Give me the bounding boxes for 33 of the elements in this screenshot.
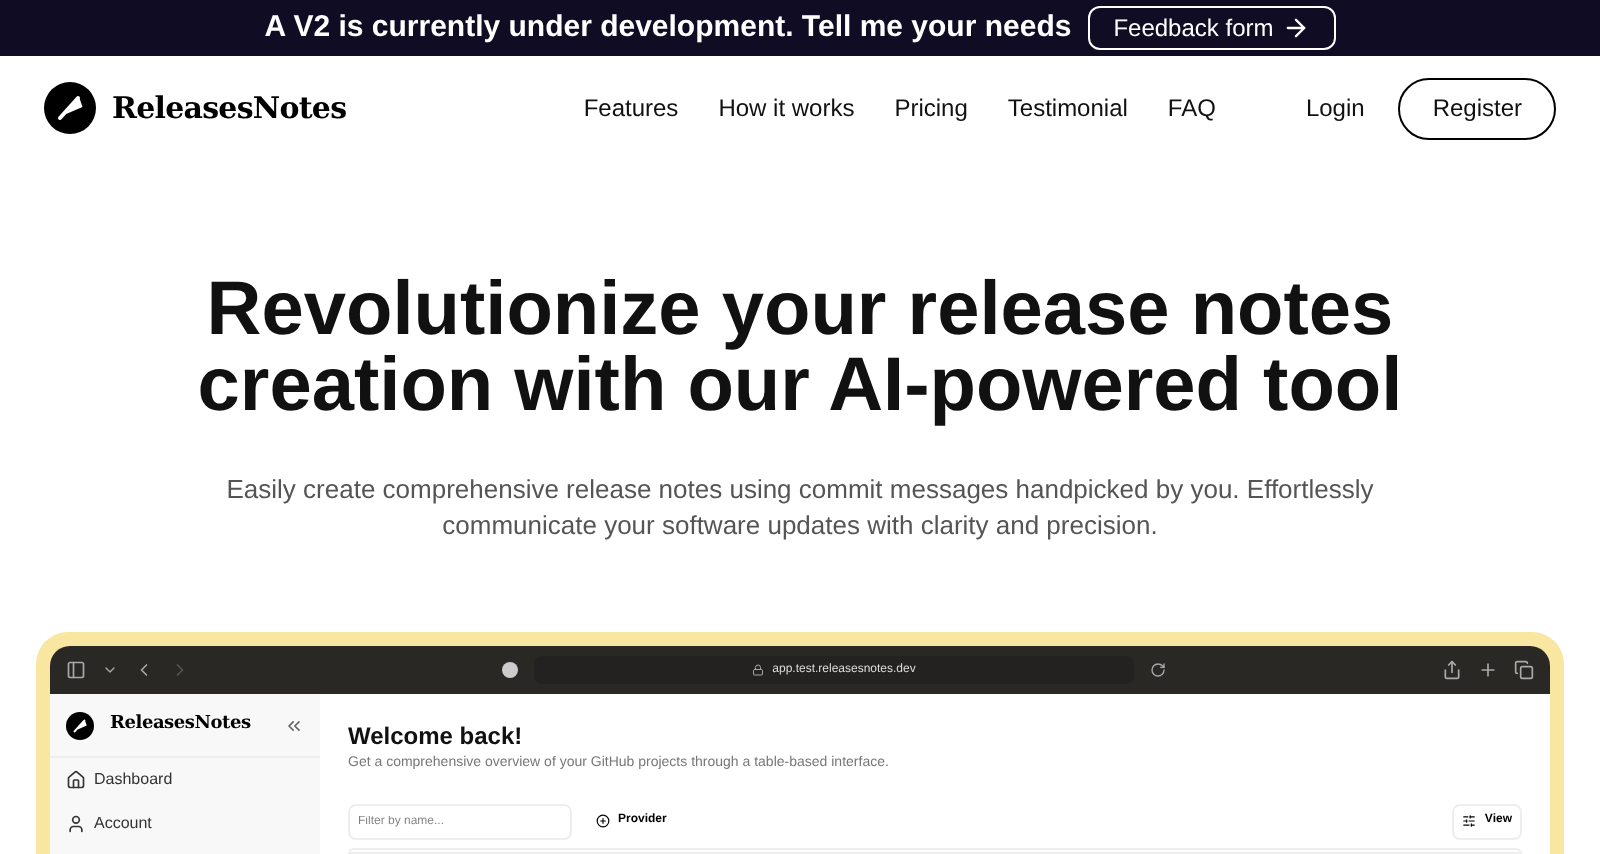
banner-text: A V2 is currently under development. Tell me your needs	[264, 7, 1072, 48]
nav-link[interactable]: Features	[583, 90, 679, 126]
nav-link[interactable]: FAQ	[1167, 90, 1216, 126]
nav-link[interactable]: Testimonial	[1007, 90, 1128, 126]
hero-title: creation with our AI-powered tool	[197, 348, 1403, 424]
nav-link[interactable]: How it works	[718, 90, 855, 126]
feather-logo-icon	[44, 82, 96, 134]
sliders-icon	[1462, 814, 1477, 828]
feedback-button[interactable]: Feedback form	[1087, 6, 1336, 50]
hero-subtitle: Easily create comprehensive release notes using commit messages handpicked by you. Effortlessly	[226, 472, 1374, 508]
chevron-down-icon[interactable]	[102, 662, 118, 678]
hero-subtitle: communicate your software updates with clarity and precision.	[442, 508, 1158, 544]
arrow-right-icon	[1281, 14, 1310, 42]
welcome-title: Welcome back!	[348, 720, 525, 754]
sidebar-toggle-icon[interactable]	[66, 660, 86, 680]
sidebar-item[interactable]: Dashboard	[50, 758, 320, 802]
sidebar-item[interactable]: Account	[50, 802, 320, 846]
lock-icon	[752, 664, 765, 676]
hero-title: Revolutionize your release notes	[206, 272, 1394, 348]
plus-icon[interactable]	[1478, 660, 1498, 680]
reload-icon[interactable]	[1150, 662, 1166, 678]
feather-logo-icon	[66, 711, 94, 739]
plus-circle-icon	[596, 814, 610, 828]
home-icon	[66, 770, 86, 790]
logo-text: ReleasesNotes	[112, 87, 347, 130]
logo-text: ReleasesNotes	[110, 711, 251, 738]
register-button[interactable]: Register	[1398, 77, 1556, 139]
tabs-icon[interactable]	[1514, 660, 1534, 680]
login-link[interactable]: Login	[1305, 90, 1365, 126]
user-icon	[66, 814, 86, 834]
nav-link[interactable]: Pricing	[894, 90, 968, 126]
collapse-icon[interactable]	[284, 715, 304, 735]
share-icon[interactable]	[1442, 660, 1462, 680]
